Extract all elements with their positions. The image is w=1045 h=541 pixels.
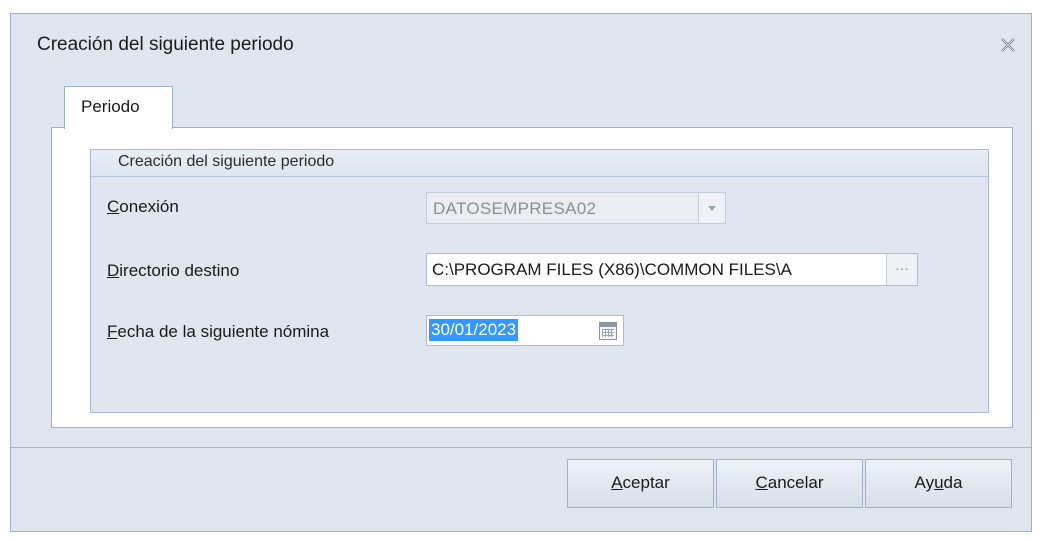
group-header: Creación del siguiente periodo [91, 150, 988, 177]
dialog-window: Creación del siguiente periodo Periodo C… [10, 13, 1032, 532]
conexion-combo[interactable]: DATOSEMPRESA02 [426, 192, 726, 224]
directorio-label: Directorio destino [107, 261, 240, 280]
directorio-field[interactable]: C:\PROGRAM FILES (X86)\COMMON FILES\A ··… [426, 253, 918, 286]
conexion-label: Conexión [107, 197, 179, 216]
title-bar: Creación del siguiente periodo [11, 14, 1031, 72]
ellipsis-icon[interactable]: ··· [886, 254, 917, 285]
chevron-down-icon[interactable] [698, 193, 725, 223]
fecha-value: 30/01/2023 [429, 319, 519, 341]
group-box: Creación del siguiente periodo Conexión … [90, 149, 989, 413]
tab-panel: Creación del siguiente periodo Conexión … [51, 127, 1013, 428]
tab-periodo-label: Periodo [81, 97, 140, 116]
fecha-date-field[interactable]: 30/01/2023 [426, 315, 624, 346]
conexion-value: DATOSEMPRESA02 [433, 199, 597, 218]
footer-divider [11, 447, 1031, 448]
calendar-icon[interactable] [599, 322, 617, 340]
cancelar-button[interactable]: Cancelar [716, 459, 863, 508]
aceptar-button[interactable]: Aceptar [567, 459, 714, 508]
group-title: Creación del siguiente periodo [118, 153, 335, 170]
window-title: Creación del siguiente periodo [37, 34, 294, 55]
close-icon[interactable] [999, 36, 1017, 54]
ayuda-button[interactable]: Ayuda [865, 459, 1012, 508]
directorio-value: C:\PROGRAM FILES (X86)\COMMON FILES\A [432, 260, 792, 279]
tab-periodo[interactable]: Periodo [64, 86, 173, 129]
fecha-label: Fecha de la siguiente nómina [107, 322, 330, 341]
